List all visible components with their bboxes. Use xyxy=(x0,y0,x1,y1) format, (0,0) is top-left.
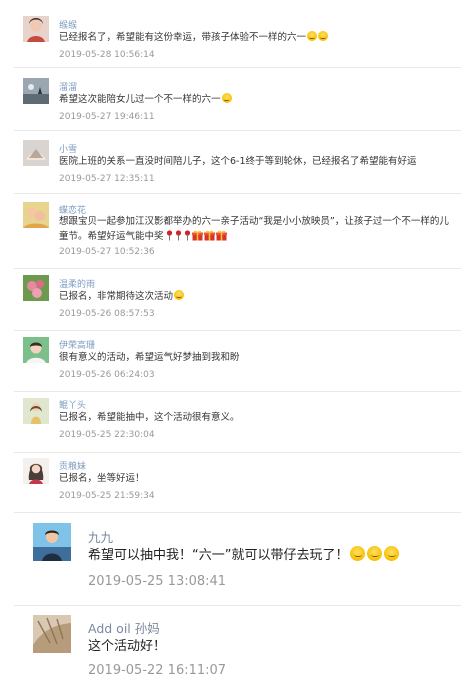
smile-emoji-icon xyxy=(174,290,185,300)
smile-emoji-icon xyxy=(350,546,366,561)
pin-emoji-icon xyxy=(175,230,181,241)
comment-item: 溜溜 希望这次能陪女儿过一个不一样的六一 2019-05-27 19:46:11 xyxy=(14,68,461,131)
comment-list: 缑缑 已经报名了，希望能有这份幸运，带孩子体验不一样的六一 2019-05-28… xyxy=(0,0,472,696)
comment-item: Add oil 孙妈 这个活动好！ 2019-05-22 16:11:07 xyxy=(14,606,461,696)
gift-emoji-icon xyxy=(215,230,227,241)
avatar[interactable] xyxy=(33,615,71,653)
comment-item: 温柔的雨 已报名，非常期待这次活动 2019-05-26 08:57:53 xyxy=(14,269,461,331)
timestamp: 2019-05-28 10:56:14 xyxy=(59,50,155,60)
avatar[interactable] xyxy=(23,16,49,42)
pin-emoji-icon xyxy=(166,230,172,241)
comment-item: 贡粮妹 已报名，坐等好运！ 2019-05-25 21:59:34 xyxy=(14,453,461,513)
comment-text: 这个活动好！ xyxy=(88,639,167,654)
avatar[interactable] xyxy=(23,202,49,228)
timestamp: 2019-05-22 16:11:07 xyxy=(88,663,227,678)
comment-item: 伊荣高珊 很有意义的活动，希望运气好梦抽到我和盼 2019-05-26 06:2… xyxy=(14,331,461,392)
avatar[interactable] xyxy=(23,398,49,424)
comment-text: 已报名，非常期待这次活动 xyxy=(59,289,455,304)
gift-emoji-icon xyxy=(191,230,203,241)
comment-text: 已报名，希望能抽中，这个活动很有意义。 xyxy=(59,412,240,423)
timestamp: 2019-05-26 06:24:03 xyxy=(59,370,155,380)
timestamp: 2019-05-27 12:35:11 xyxy=(59,174,155,184)
user-name[interactable]: Add oil 孙妈 xyxy=(88,618,160,637)
comment-item: 缑缑 已经报名了，希望能有这份幸运，带孩子体验不一样的六一 2019-05-28… xyxy=(14,8,461,68)
comment-text: 已经报名了，希望能有这份幸运，带孩子体验不一样的六一 xyxy=(59,30,455,45)
smile-emoji-icon xyxy=(367,546,383,561)
timestamp: 2019-05-25 13:08:41 xyxy=(88,574,227,589)
timestamp: 2019-05-25 21:59:34 xyxy=(59,491,155,501)
timestamp: 2019-05-25 22:30:04 xyxy=(59,430,155,440)
comment-text: 想跟宝贝一起参加江汉影都举办的六一亲子活动“我是小小放映员”，让孩子过一个不一样… xyxy=(59,216,449,242)
avatar[interactable] xyxy=(23,275,49,301)
comment-item: 小雪 医院上班的关系一直没时间陪儿子，这个6-1终于等到轮休，已经报名了希望能有… xyxy=(14,131,461,194)
user-name[interactable]: 九九 xyxy=(88,527,113,546)
comment-text: 医院上班的关系一直没时间陪儿子，这个6-1终于等到轮休，已经报名了希望能有好运 xyxy=(59,156,417,167)
timestamp: 2019-05-27 19:46:11 xyxy=(59,112,155,122)
smile-emoji-icon xyxy=(221,93,232,103)
comment-text: 希望可以抽中我！“六一”就可以带仔去玩了！ xyxy=(88,546,455,566)
smile-emoji-icon xyxy=(384,546,400,561)
avatar[interactable] xyxy=(23,458,49,484)
avatar[interactable] xyxy=(23,140,49,166)
comment-item: 蝶恋花 想跟宝贝一起参加江汉影都举办的六一亲子活动“我是小小放映员”，让孩子过一… xyxy=(14,194,461,269)
avatar[interactable] xyxy=(23,337,49,363)
comment-item: 九九 希望可以抽中我！“六一”就可以带仔去玩了！ 2019-05-25 13:0… xyxy=(14,513,461,606)
pin-emoji-icon xyxy=(184,230,190,241)
timestamp: 2019-05-26 08:57:53 xyxy=(59,309,155,319)
smile-emoji-icon xyxy=(307,31,318,41)
comment-text: 希望这次能陪女儿过一个不一样的六一 xyxy=(59,92,455,107)
smile-emoji-icon xyxy=(318,31,329,41)
avatar[interactable] xyxy=(23,78,49,104)
comment-text: 已报名，坐等好运！ xyxy=(59,473,145,484)
comment-text: 很有意义的活动，希望运气好梦抽到我和盼 xyxy=(59,352,240,363)
gift-emoji-icon xyxy=(203,230,215,241)
avatar[interactable] xyxy=(33,523,71,561)
timestamp: 2019-05-27 10:52:36 xyxy=(59,247,155,257)
comment-item: 鲲丫头 已报名，希望能抽中，这个活动很有意义。 2019-05-25 22:30… xyxy=(14,392,461,453)
